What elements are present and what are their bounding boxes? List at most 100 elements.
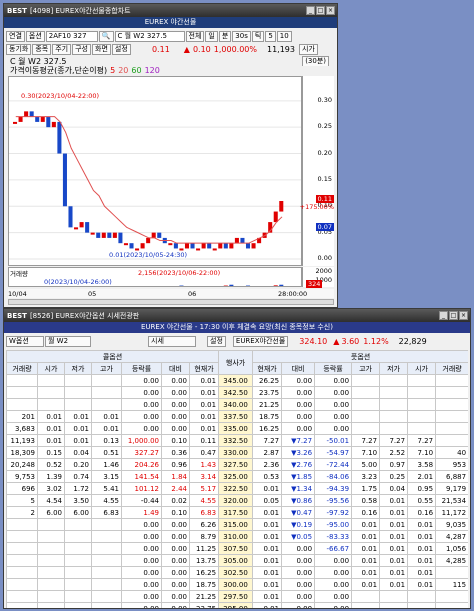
table-cell <box>64 398 92 411</box>
col-header[interactable]: 고가 <box>91 362 122 375</box>
table-cell: 0.00 <box>121 578 162 591</box>
mode-select[interactable]: 시세 <box>148 336 196 347</box>
table-cell: 0.97 <box>379 458 409 471</box>
col-header[interactable]: 현재가 <box>188 362 220 375</box>
table-row[interactable]: 201 0.01 0.01 0.01 0.00 0.00 0.01 337.50 18.75 0.… <box>6 410 468 423</box>
col-header[interactable]: 현재가 <box>252 362 283 375</box>
table-row[interactable]: 3,683 0.01 0.01 0.01 0.00 0.00 0.01 335.00 16.25… <box>6 422 468 435</box>
table-row[interactable]: 0.00 0.00 0.01 345.00 26.25 0.00 0.00 <box>6 374 468 387</box>
table-cell <box>91 518 122 531</box>
table-cell: 3,683 <box>6 422 38 435</box>
month-select[interactable]: 월 W2 <box>45 336 91 347</box>
maximize-icon[interactable]: □ <box>316 6 325 15</box>
table-row[interactable]: 18,309 0.15 0.04 0.51 327.27 0.36 0.47 330.00 2.… <box>6 446 468 459</box>
candle <box>212 248 217 251</box>
table-cell: 345.00 <box>218 374 254 387</box>
opt-day[interactable]: 일 <box>205 30 218 42</box>
price-chart[interactable]: 0.30(2023/10/04-22:00) 0.01(2023/10/05-24… <box>8 76 302 266</box>
table-cell <box>91 590 122 603</box>
opt-min[interactable]: 분 <box>218 30 232 42</box>
table-cell: 21,534 <box>435 494 468 507</box>
table-titlebar[interactable]: BEST [8526] EUREX야간옵션 시세전광판 _ □ × <box>4 309 470 322</box>
table-row[interactable]: 5 4.54 3.50 4.55 -0.44 0.02 4.55 320.00 0.05 ▼0.8… <box>6 494 468 507</box>
table-row[interactable]: 696 3.02 1.72 5.41 101.12 2.44 5.17 322.50 0.01 ▼… <box>6 482 468 495</box>
table-row[interactable]: 0.00 0.00 18.75 300.00 0.01 0.00 0.00 0.01 0.01 0… <box>6 578 468 591</box>
close-icon[interactable]: × <box>459 311 468 320</box>
table-row[interactable]: 0.00 0.00 0.01 340.00 21.25 0.00 0.00 <box>6 398 468 411</box>
type-select[interactable]: 연결 <box>6 30 25 42</box>
table-row[interactable]: 2 6.00 6.00 6.83 1.49 0.10 6.83 317.50 0.01 ▼0.47… <box>6 506 468 519</box>
table-row[interactable]: 20,248 0.52 0.20 1.46 204.26 0.96 1.43 327.50 2.… <box>6 458 468 471</box>
tab-sync[interactable]: 동기화 <box>6 43 32 55</box>
col-header[interactable]: 대비 <box>281 362 316 375</box>
table-row[interactable]: 0.00 0.00 16.25 302.50 0.01 0.00 0.00 0.01 0.01 0… <box>6 566 468 579</box>
col-header[interactable]: 등락률 <box>121 362 162 375</box>
tab-item[interactable]: 종목 <box>32 43 52 55</box>
table-cell: 4.55 <box>91 494 122 507</box>
search-icon[interactable]: 🔍 <box>98 30 114 42</box>
opt-30s[interactable]: 30s <box>232 30 251 42</box>
table-cell <box>6 566 38 579</box>
opt-tick[interactable]: 틱 <box>251 30 265 42</box>
col-header[interactable]: 거래량 <box>435 362 468 375</box>
volume-bar <box>223 285 228 286</box>
opt-all[interactable]: 전체 <box>185 30 205 42</box>
table-cell <box>37 518 65 531</box>
settings-button[interactable]: 설정 <box>207 336 226 347</box>
table-cell: 23.75 <box>188 602 220 608</box>
table-cell: 0.00 <box>161 374 190 387</box>
table-row[interactable]: 0.00 0.00 13.75 305.00 0.01 0.00 0.00 0.01 0.01 0… <box>6 554 468 567</box>
table-cell: 0.10 <box>161 506 190 519</box>
minimize-icon[interactable]: _ <box>439 311 448 320</box>
maximize-icon[interactable]: □ <box>449 311 458 320</box>
candle <box>68 206 73 228</box>
table-cell <box>351 590 381 603</box>
col-header[interactable]: 거래량 <box>6 362 38 375</box>
opt-10[interactable]: 10 <box>276 30 292 42</box>
table-cell: 1.75 <box>351 482 381 495</box>
table-row[interactable]: 0.00 0.00 21.25 297.50 0.01 0.00 0.00 <box>6 590 468 603</box>
opt-5[interactable]: 5 <box>265 30 276 42</box>
minimize-icon[interactable]: _ <box>306 6 315 15</box>
col-header[interactable]: 저가 <box>64 362 92 375</box>
col-header[interactable]: 고가 <box>351 362 381 375</box>
series-select[interactable]: W옵션 <box>6 336 44 347</box>
table-cell: 0.01 <box>37 434 65 447</box>
tab-settings[interactable]: 설정 <box>111 43 131 55</box>
banner: EUREX 야간선물 <box>4 17 337 28</box>
close-icon[interactable]: × <box>326 6 335 15</box>
candle <box>18 116 23 122</box>
col-header[interactable]: 저가 <box>379 362 409 375</box>
tab-period[interactable]: 주기 <box>52 43 72 55</box>
table-row[interactable]: 11,193 0.01 0.01 0.13 1,000.00 0.10 0.11 332.50… <box>6 434 468 447</box>
table-cell <box>351 374 381 387</box>
table-cell: ▼0.86 <box>281 494 316 507</box>
table-cell: 0.00 <box>161 530 190 543</box>
col-header[interactable]: 대비 <box>161 362 190 375</box>
table-cell: 0.00 <box>121 590 162 603</box>
last-change-tag: +175.00% <box>299 203 334 211</box>
table-row[interactable]: 0.00 0.00 11.25 307.50 0.01 0.00 -66.67 0.01 0.0… <box>6 542 468 555</box>
table-row[interactable]: 0.00 0.00 8.79 310.00 0.01 ▼0.05 -83.33 0.01 0.0… <box>6 530 468 543</box>
table-cell: ▼1.85 <box>281 470 316 483</box>
table-cell <box>64 602 92 608</box>
chart-titlebar[interactable]: BEST [4098] EUREX야간선물종합차트 _ □ × <box>4 4 337 17</box>
kind-select[interactable]: 옵션 <box>25 30 45 42</box>
table-cell <box>64 386 92 399</box>
open-button[interactable]: 시가 <box>298 43 318 55</box>
table-row[interactable]: 0.00 0.00 0.01 342.50 23.75 0.00 0.00 <box>6 386 468 399</box>
col-header[interactable]: 시가 <box>37 362 65 375</box>
table-cell: 3.50 <box>64 494 92 507</box>
tab-screen[interactable]: 화면 <box>92 43 111 55</box>
tab-compose[interactable]: 구성 <box>72 43 91 55</box>
table-row[interactable]: 0.000.0023.75295.000.010.000.00 <box>6 602 468 608</box>
table-row[interactable]: 0.00 0.00 6.26 315.00 0.01 ▼0.19 -95.00 0.01 0.0… <box>6 518 468 531</box>
col-header[interactable]: 시가 <box>407 362 437 375</box>
table-cell: ▼3.26 <box>281 446 316 459</box>
price-tick: 0.25 <box>317 122 332 131</box>
code-input[interactable]: 2AF10 327 <box>45 30 98 42</box>
table-cell: 317.50 <box>218 506 254 519</box>
horizontal-scrollbar[interactable] <box>8 299 334 305</box>
table-row[interactable]: 9,753 1.39 0.74 3.15 141.54 1.84 3.14 325.00 0.5… <box>6 470 468 483</box>
col-header[interactable]: 등락률 <box>314 362 353 375</box>
